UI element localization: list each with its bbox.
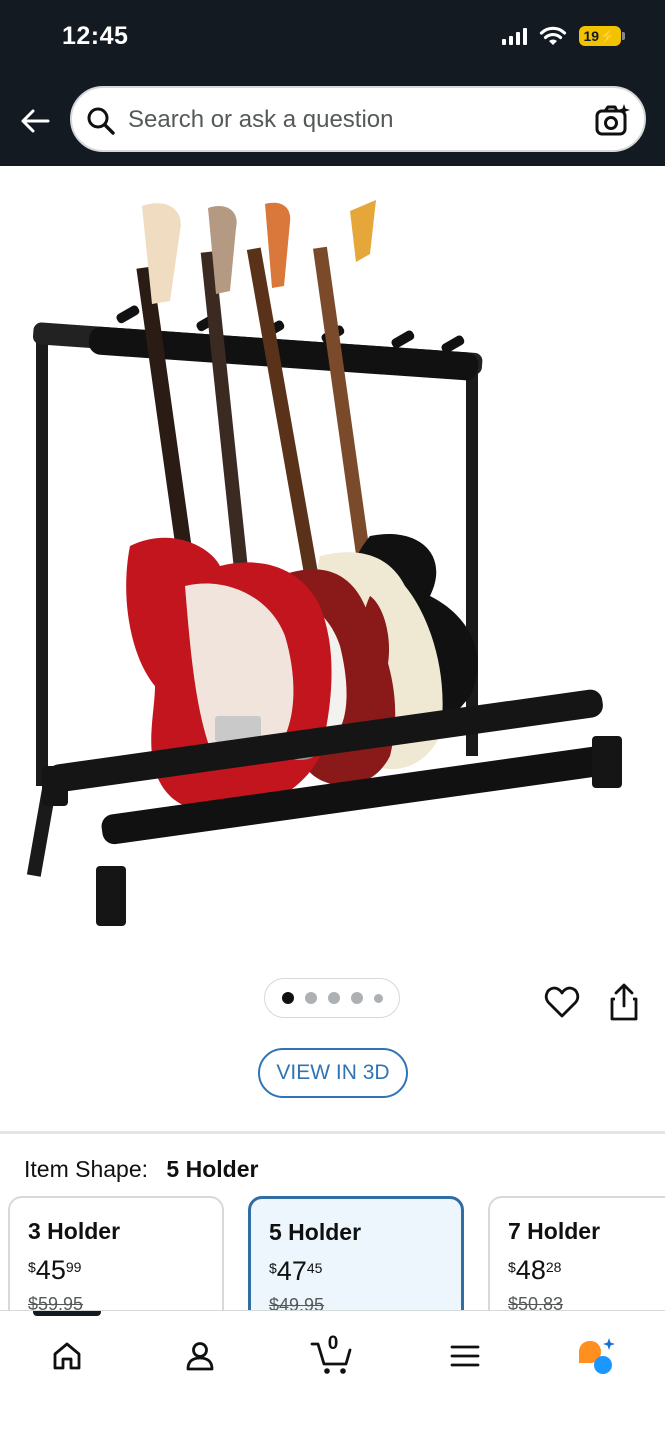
heart-icon[interactable] [544,984,580,1020]
cart-count: 0 [327,1333,339,1354]
price-fraction: 28 [545,1259,562,1275]
nav-rufus[interactable] [566,1331,626,1381]
battery-indicator: 19⚡ [579,26,625,46]
search-input[interactable] [128,102,568,138]
price-fraction: 45 [306,1260,323,1276]
status-time: 12:45 [62,22,129,50]
section-divider [0,1131,665,1134]
share-icon[interactable] [606,982,642,1022]
search-icon [87,107,115,135]
camera-icon[interactable] [594,102,630,138]
price-currency: $ [269,1260,277,1276]
search-bar[interactable] [70,86,646,152]
pagination-dot-3[interactable] [327,992,340,1004]
bottom-navigation: 0 [0,1310,665,1440]
price-whole: 48 [515,1255,546,1285]
variant-name: 3 Holder [28,1218,121,1244]
price-whole: 45 [35,1255,66,1285]
pagination-dot-5[interactable] [373,993,383,1003]
status-icons: 19⚡ [502,26,625,46]
price-fraction: 99 [65,1259,82,1275]
item-shape-label: Item Shape: [24,1156,149,1182]
variant-price: $ 48 28 [508,1255,665,1286]
price-currency: $ [508,1259,516,1275]
product-image[interactable] [20,176,640,956]
price-whole: 47 [276,1256,307,1286]
top-header: 12:45 19⚡ [0,0,665,166]
price-currency: $ [28,1259,36,1275]
variant-name: 5 Holder [269,1219,362,1245]
pagination-dot-2[interactable] [304,992,317,1004]
account-icon [186,1342,214,1371]
nav-menu[interactable] [435,1331,495,1381]
item-shape-row: Item Shape: 5 Holder [24,1156,258,1183]
variant-price: $ 47 45 [269,1256,443,1287]
nav-account[interactable] [170,1331,230,1381]
image-pagination[interactable] [264,978,400,1018]
menu-icon [450,1345,480,1367]
view-in-3d-button[interactable]: VIEW IN 3D [258,1048,408,1098]
cellular-signal-icon [502,27,527,45]
nav-cart[interactable]: 0 [302,1331,362,1381]
item-shape-selected: 5 Holder [166,1156,259,1182]
battery-level: 19 [583,28,600,44]
pagination-dot-1[interactable] [281,992,294,1004]
active-tab-indicator [33,1311,101,1316]
pagination-dot-4[interactable] [350,992,363,1004]
rufus-icon [579,1338,615,1374]
home-icon [53,1342,81,1370]
nav-home[interactable] [37,1331,97,1381]
variant-price: $ 45 99 [28,1255,204,1286]
wifi-icon [539,26,567,45]
back-arrow-icon[interactable] [18,104,52,138]
variant-name: 7 Holder [508,1218,601,1244]
